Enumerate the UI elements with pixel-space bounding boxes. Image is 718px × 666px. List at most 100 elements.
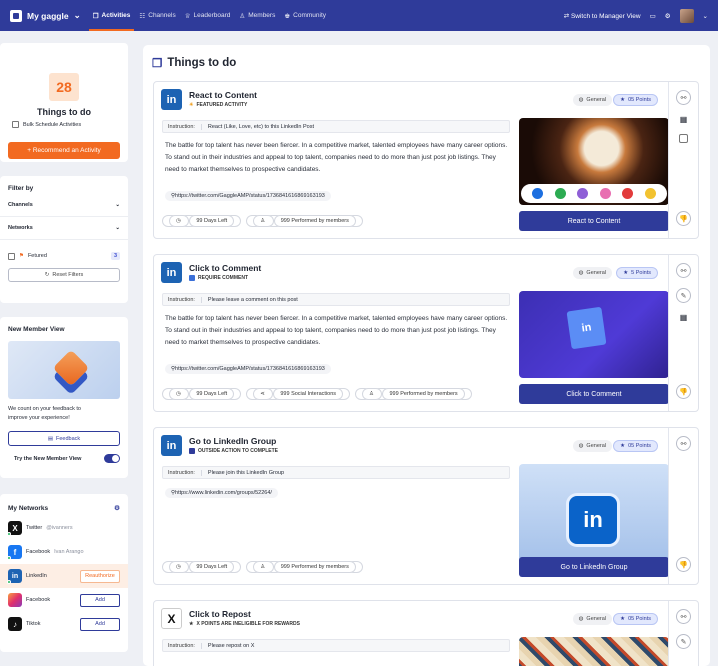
points-label: 5 Points [631, 270, 651, 276]
avatar[interactable] [679, 8, 694, 23]
link-icon[interactable]: ⚯ [676, 90, 691, 105]
reset-filters-button[interactable]: ↻ Reset Filters [8, 268, 120, 282]
chat-icon[interactable]: ▭ [650, 12, 656, 20]
chevron-down-icon: ⌄ [73, 10, 81, 20]
filter-networks[interactable]: Networks ⌄ [0, 217, 128, 240]
gear-icon[interactable]: ⚙ [114, 504, 120, 512]
link-icon[interactable]: ⚯ [676, 263, 691, 278]
react-to-content-button[interactable]: React to Content [519, 211, 669, 231]
clock-icon: ◷ [169, 215, 190, 227]
performed-label: 999 Performed by members [382, 388, 465, 400]
trophy-icon: ♕ [184, 12, 191, 20]
new-view-toggle[interactable] [104, 454, 120, 463]
activity-link[interactable]: ⚲https://twitter.com/GaggleAMP/status/17… [165, 364, 331, 374]
featured-checkbox[interactable] [8, 252, 15, 260]
calendar-icon[interactable]: ▦ [680, 313, 688, 322]
calendar-icon[interactable]: ▦ [680, 115, 688, 124]
link-icon[interactable]: ⚯ [676, 436, 691, 451]
feedback-label: Feedback [56, 435, 81, 442]
activity-image-comment: in [519, 291, 669, 378]
new-member-view-card: New Member View We count on your feedbac… [0, 317, 128, 478]
star-icon: ★ [620, 97, 626, 103]
celebrate-emoji-icon [554, 188, 566, 199]
reauthorize-button[interactable]: Reauthorize [80, 569, 120, 583]
reset-filters-label: Reset Filters [52, 272, 84, 278]
chevron-down-icon[interactable]: ⌄ [703, 12, 708, 20]
featured-filter-row[interactable]: ⚑ Fetured 3 [0, 240, 128, 260]
network-name: Twitter [26, 525, 43, 531]
network-row-tiktok: ♪ Tiktok Add [0, 612, 128, 636]
members-icon: ♙ [253, 561, 274, 573]
activity-tag: REQUIRE COMMENT [189, 275, 248, 281]
category-pill: ◍ General [572, 267, 612, 279]
nav-channels[interactable]: ☷ Channels [139, 0, 175, 31]
nav-label: Community [293, 12, 327, 19]
linkedin-logo-large-icon: in [569, 496, 617, 544]
gaggle-logo-icon [10, 9, 22, 22]
activity-description: The battle for top talent has never been… [165, 142, 508, 173]
thumbs-down-icon[interactable]: 👎 [676, 384, 691, 399]
insightful-emoji-icon [644, 188, 656, 199]
tiktok-icon: ♪ [8, 617, 22, 631]
star-icon: ★ [623, 270, 629, 276]
filter-channels[interactable]: Channels ⌄ [0, 194, 128, 217]
link-icon[interactable]: ⚯ [676, 609, 691, 624]
brand-menu[interactable]: My gaggle ⌄ [10, 9, 81, 22]
pencil-icon[interactable]: ✎ [676, 288, 691, 303]
feedback-button[interactable]: ▤ Feedback [8, 431, 120, 446]
nmv-illustration [8, 341, 120, 399]
gaggle-3d-logo-icon [52, 349, 90, 387]
category-label: General [586, 97, 606, 103]
thumbs-down-icon[interactable]: 👎 [676, 557, 691, 572]
activities-panel: ❐ Things to do in React to Content ☀ FEAT… [143, 45, 710, 666]
bulk-schedule-checkbox[interactable] [12, 121, 19, 128]
add-network-button[interactable]: Add [80, 593, 120, 607]
filter-label: Channels [8, 202, 33, 208]
activity-side-actions: ⚯ ✎ [668, 601, 698, 666]
nav-community[interactable]: ♚ Community [284, 0, 326, 31]
go-to-linkedin-group-button[interactable]: Go to LinkedIn Group [519, 557, 669, 577]
clock-icon: ◷ [169, 388, 190, 400]
select-checkbox[interactable] [679, 134, 688, 143]
network-name: LinkedIn [26, 573, 47, 579]
members-icon: ♙ [239, 12, 246, 20]
linkedin-comment-illustration-icon: in [566, 306, 607, 350]
nav-activities[interactable]: ❐ Activities [88, 0, 135, 31]
category-pill: ◍ General [572, 94, 612, 106]
category-icon: ◍ [578, 616, 584, 622]
top-navigation-bar: My gaggle ⌄ ❐ Activities ☷ Channels ♕ Leade… [0, 0, 718, 31]
brand-name: My gaggle [27, 10, 69, 21]
pencil-icon[interactable]: ✎ [676, 634, 691, 649]
linkedin-icon: in [7, 569, 22, 584]
instruction-text: Please repost on X [207, 642, 255, 649]
click-to-comment-button[interactable]: Click to Comment [519, 384, 669, 404]
instagram-icon [8, 593, 22, 607]
nav-label: Activities [101, 12, 131, 19]
add-network-button[interactable]: Add [80, 617, 120, 631]
nav-leaderboard[interactable]: ♕ Leaderboard [185, 0, 231, 31]
nmv-text-line: We count on your feedback to [8, 406, 81, 412]
instruction-label: Instruction: [168, 642, 202, 649]
share-icon: ⋖ [253, 388, 274, 400]
chevron-down-icon: ⌄ [115, 202, 120, 208]
category-icon: ◍ [578, 443, 584, 449]
facebook-icon: f [7, 545, 22, 560]
bulk-schedule-row[interactable]: Bulk Schedule Activities [12, 121, 128, 128]
todo-title: Things to do [37, 107, 91, 117]
thumbs-down-icon[interactable]: 👎 [676, 211, 691, 226]
comment-icon [189, 275, 195, 281]
activity-link[interactable]: ⚲https://twitter.com/GaggleAMP/status/17… [165, 191, 331, 201]
activity-link[interactable]: ⚲https://www.linkedin.com/groups/52264/ [165, 488, 278, 498]
gear-icon[interactable]: ⚙ [665, 12, 671, 20]
activity-tag: OUTSIDE ACTION TO COMPLETE [189, 448, 278, 454]
featured-label: Fetured [27, 253, 47, 259]
star-icon: ★ [620, 443, 626, 449]
flag-icon: ⚑ [19, 253, 24, 259]
performed-badge: ♙ 999 Performed by members [246, 561, 363, 573]
switch-view-link[interactable]: ⇄ Switch to Manager View [564, 12, 641, 20]
recommend-activity-button[interactable]: + Recommend an Activity [8, 142, 120, 159]
nav-members[interactable]: ♙ Members [239, 0, 275, 31]
instruction-label: Instruction: [168, 123, 202, 130]
activity-side-actions: ⚯ ▦ 👎 [668, 82, 698, 238]
network-account: @ivanners [46, 525, 73, 531]
